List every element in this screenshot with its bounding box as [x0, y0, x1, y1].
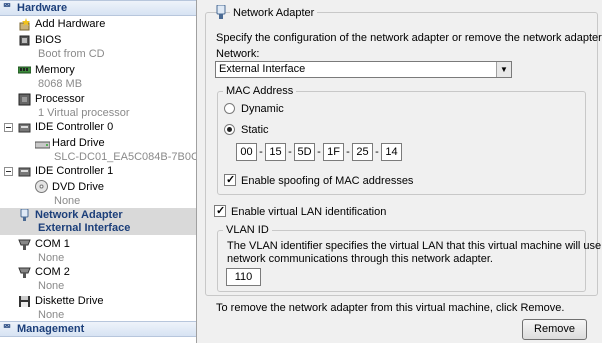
dvd-disc-icon	[35, 180, 48, 193]
tree-item-bios[interactable]: BIOS Boot from CD	[0, 33, 196, 60]
tree-item-com-2[interactable]: COM 2 None	[0, 265, 196, 292]
memory-icon	[18, 66, 31, 74]
dynamic-mac-label: Dynamic	[241, 103, 284, 115]
vlan-description-line2: network communications through this netw…	[227, 253, 493, 265]
tree-item-hard-drive[interactable]: Hard Drive SLC-DC01_EA5C084B-7B0C-4...	[0, 135, 196, 163]
mac-octet-1[interactable]: 00	[236, 143, 257, 161]
mac-octet-4[interactable]: 1F	[323, 143, 344, 161]
tree-item-ide-controller-1[interactable]: IDE Controller 1	[0, 164, 196, 179]
network-label: Network:	[216, 48, 260, 60]
mac-octet-2[interactable]: 15	[265, 143, 286, 161]
vlan-checkbox[interactable]	[214, 204, 226, 217]
ide-controller-icon	[18, 167, 31, 177]
mac-spoofing-label: Enable spoofing of MAC addresses	[241, 175, 414, 187]
tree-item-memory[interactable]: Memory 8068 MB	[0, 62, 196, 90]
tree-item-add-hardware[interactable]: Add Hardware	[0, 17, 196, 32]
ide-controller-icon	[18, 123, 31, 133]
hardware-section-header[interactable]: ⮹ Hardware	[0, 0, 196, 16]
remove-button[interactable]: Remove	[522, 319, 587, 340]
collapse-toggle-icon[interactable]	[4, 167, 13, 176]
remove-note: To remove the network adapter from this …	[216, 302, 565, 314]
vlan-id-group-title: VLAN ID	[223, 224, 272, 236]
management-section-header[interactable]: ⮹ Management	[0, 321, 196, 337]
tree-item-diskette-drive[interactable]: Diskette Drive None	[0, 294, 196, 321]
static-mac-radio[interactable]	[224, 124, 235, 135]
hard-drive-icon	[35, 141, 50, 149]
network-adapter-settings-pane: Network Adapter Specify the configuratio…	[198, 0, 602, 343]
network-adapter-icon	[216, 5, 226, 19]
vlan-description-line1: The VLAN identifier specifies the virtua…	[227, 240, 602, 252]
mac-separator: -	[375, 146, 379, 158]
network-adapter-icon	[20, 209, 29, 221]
mac-separator: -	[288, 146, 292, 158]
mac-separator: -	[259, 146, 263, 158]
network-select[interactable]: External Interface ▼	[215, 61, 512, 78]
processor-icon	[18, 93, 31, 106]
mac-separator: -	[317, 146, 321, 158]
tree-item-network-adapter[interactable]: Network Adapter External Interface	[0, 208, 196, 235]
tree-item-ide-controller-0[interactable]: IDE Controller 0	[0, 120, 196, 135]
network-adapter-group-title: Network Adapter	[230, 7, 318, 19]
mac-octet-3[interactable]: 5D	[294, 143, 315, 161]
static-mac-label: Static	[241, 124, 269, 136]
mac-octet-5[interactable]: 25	[352, 143, 373, 161]
bios-chip-icon	[19, 35, 30, 46]
chevron-up-icon: ⮹	[3, 1, 11, 12]
hardware-tree[interactable]: ⮹ Hardware Add Hardware BIOS Boot from C…	[0, 0, 197, 343]
collapse-toggle-icon[interactable]	[4, 123, 13, 132]
diskette-icon	[19, 296, 30, 307]
vlan-id-input[interactable]: 110	[226, 268, 261, 286]
dynamic-mac-radio[interactable]	[224, 103, 235, 114]
com-port-icon	[18, 239, 31, 250]
vlan-checkbox-label: Enable virtual LAN identification	[231, 206, 387, 218]
mac-octet-6[interactable]: 14	[381, 143, 402, 161]
tree-item-com-1[interactable]: COM 1 None	[0, 237, 196, 264]
mac-address-group-title: MAC Address	[223, 85, 297, 97]
tree-item-dvd-drive[interactable]: DVD Drive None	[0, 179, 196, 207]
add-hardware-icon	[19, 18, 30, 31]
chevron-up-icon: ⮹	[3, 322, 11, 333]
mac-spoofing-checkbox[interactable]	[224, 173, 236, 186]
dropdown-arrow-icon[interactable]: ▼	[496, 62, 511, 77]
mac-separator: -	[346, 146, 350, 158]
com-port-icon	[18, 267, 31, 278]
adapter-description: Specify the configuration of the network…	[216, 32, 602, 44]
tree-item-processor[interactable]: Processor 1 Virtual processor	[0, 91, 196, 119]
